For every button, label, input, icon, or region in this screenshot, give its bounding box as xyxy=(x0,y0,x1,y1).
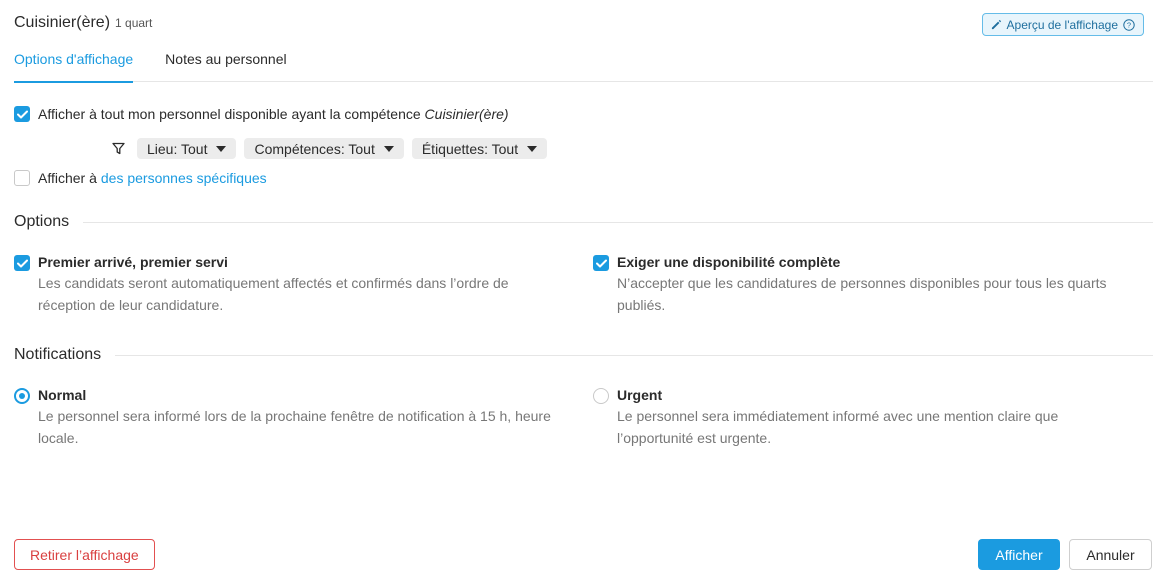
notifications-section-header: Notifications xyxy=(14,346,1153,364)
full-availability-checkbox[interactable] xyxy=(593,255,609,271)
shift-count: 1 quart xyxy=(115,16,153,30)
tags-filter[interactable]: Étiquettes: Tout xyxy=(411,138,548,159)
normal-notification-option[interactable]: Normal Le personnel sera informé lors de… xyxy=(14,386,554,449)
preview-button-label: Aperçu de l'affichage xyxy=(1006,17,1118,32)
dialog-header: Cuisinier(ère) 1 quart xyxy=(14,14,152,32)
urgent-notification-option[interactable]: Urgent Le personnel sera immédiatement i… xyxy=(593,386,1113,449)
full-availability-description: N’accepter que les candidatures de perso… xyxy=(617,275,1107,313)
help-circle-icon[interactable]: ? xyxy=(1123,18,1135,31)
urgent-radio[interactable] xyxy=(593,388,609,404)
location-filter[interactable]: Lieu: Tout xyxy=(137,138,237,159)
first-come-title: Premier arrivé, premier servi xyxy=(38,254,228,270)
tab-bar: Options d'affichage Notes au personnel xyxy=(14,50,1153,83)
all-staff-checkbox[interactable] xyxy=(14,106,30,122)
svg-text:?: ? xyxy=(1127,20,1131,29)
normal-radio[interactable] xyxy=(14,388,30,404)
first-come-checkbox[interactable] xyxy=(14,255,30,271)
caret-down-icon xyxy=(216,145,227,152)
first-come-description: Les candidats seront automatiquement aff… xyxy=(38,275,509,313)
cancel-button[interactable]: Annuler xyxy=(1069,539,1152,570)
preview-button[interactable]: Aperçu de l'affichage ? xyxy=(981,13,1144,36)
caret-down-icon xyxy=(383,145,394,152)
tab-staff-notes[interactable]: Notes au personnel xyxy=(165,50,286,82)
remove-posting-button[interactable]: Retirer l’affichage xyxy=(14,539,155,570)
filter-icon xyxy=(110,141,126,157)
pencil-icon xyxy=(991,19,1002,30)
options-heading: Options xyxy=(14,213,70,230)
page-title: Cuisinier(ère) xyxy=(14,14,111,31)
specific-people-label: Afficher à xyxy=(38,170,97,186)
specific-people-checkbox[interactable] xyxy=(14,170,30,186)
normal-title: Normal xyxy=(38,387,87,403)
notifications-heading: Notifications xyxy=(14,346,102,363)
tab-display-options[interactable]: Options d'affichage xyxy=(14,50,134,83)
all-staff-option[interactable]: Afficher à tout mon personnel disponible… xyxy=(14,106,509,122)
normal-description: Le personnel sera informé lors de la pro… xyxy=(38,408,551,446)
divider xyxy=(83,221,1153,223)
post-button[interactable]: Afficher xyxy=(978,539,1060,570)
first-come-option[interactable]: Premier arrivé, premier servi Les candid… xyxy=(14,253,554,316)
divider xyxy=(115,354,1153,356)
skills-filter[interactable]: Compétences: Tout xyxy=(244,138,404,159)
caret-down-icon xyxy=(527,145,538,152)
specific-people-link[interactable]: des personnes spécifiques xyxy=(101,170,267,186)
all-staff-label: Afficher à tout mon personnel disponible… xyxy=(38,106,509,122)
filter-bar: Lieu: Tout Compétences: Tout Étiquettes:… xyxy=(110,138,548,159)
options-section-header: Options xyxy=(14,213,1153,231)
specific-people-option[interactable]: Afficher à des personnes spécifiques xyxy=(14,170,267,186)
urgent-description: Le personnel sera immédiatement informé … xyxy=(617,408,1059,446)
full-availability-option[interactable]: Exiger une disponibilité complète N’acce… xyxy=(593,253,1143,316)
urgent-title: Urgent xyxy=(617,387,663,403)
full-availability-title: Exiger une disponibilité complète xyxy=(617,254,841,270)
